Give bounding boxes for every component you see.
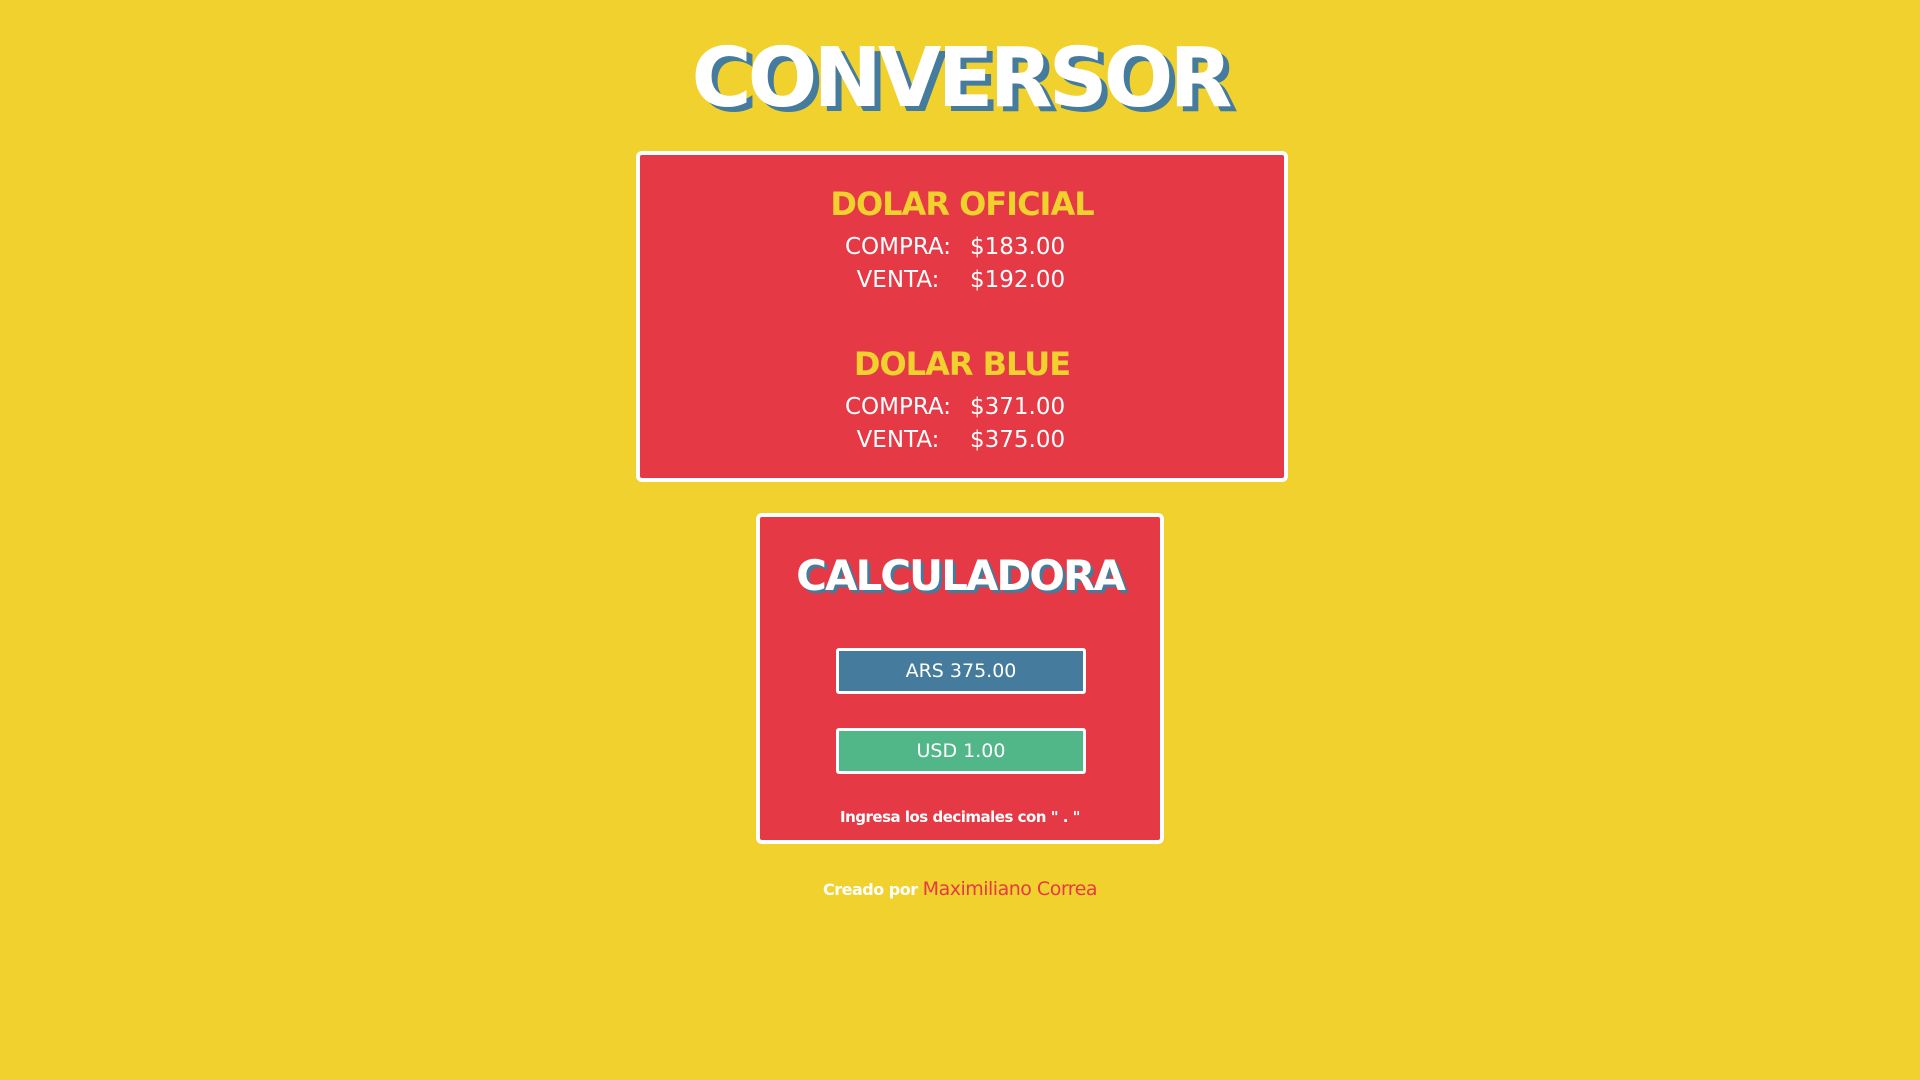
rate-title-oficial: DOLAR OFICIAL (830, 185, 1094, 223)
buy-value: $371.00 (970, 394, 1066, 421)
footer-prefix: Creado por (822, 880, 923, 899)
sell-label: VENTA: (856, 427, 940, 454)
rate-block-oficial: DOLAR OFICIAL COMPRA: $183.00 VENTA: $19… (640, 185, 1284, 297)
sell-value: $192.00 (970, 267, 1066, 294)
calculator-card: CALCULADORA Ingresa los decimales con " … (756, 513, 1164, 844)
usd-input[interactable] (836, 728, 1086, 774)
page: CONVERSOR DOLAR OFICIAL COMPRA: $183.00 … (0, 0, 1920, 1080)
decimal-hint: Ingresa los decimales con " . " (840, 808, 1080, 826)
rate-row-oficial-buy: COMPRA: $183.00 (640, 231, 1284, 264)
author-link[interactable]: Maximiliano Correa (923, 878, 1098, 900)
buy-label: COMPRA: (844, 234, 951, 261)
footer: Creado por Maximiliano Correa (0, 880, 1920, 899)
calculator-title: CALCULADORA (796, 551, 1126, 600)
rate-row-oficial-sell: VENTA: $192.00 (640, 264, 1284, 297)
rates-card: DOLAR OFICIAL COMPRA: $183.00 VENTA: $19… (636, 151, 1288, 482)
sell-value: $375.00 (970, 427, 1066, 454)
sell-label: VENTA: (856, 267, 940, 294)
buy-value: $183.00 (970, 234, 1066, 261)
rate-row-blue-sell: VENTA: $375.00 (640, 424, 1284, 457)
page-title: CONVERSOR (691, 31, 1232, 126)
rate-block-blue: DOLAR BLUE COMPRA: $371.00 VENTA: $375.0… (640, 345, 1284, 457)
buy-label: COMPRA: (844, 394, 951, 421)
ars-input[interactable] (836, 648, 1086, 694)
rate-row-blue-buy: COMPRA: $371.00 (640, 391, 1284, 424)
rate-title-blue: DOLAR BLUE (853, 345, 1071, 383)
